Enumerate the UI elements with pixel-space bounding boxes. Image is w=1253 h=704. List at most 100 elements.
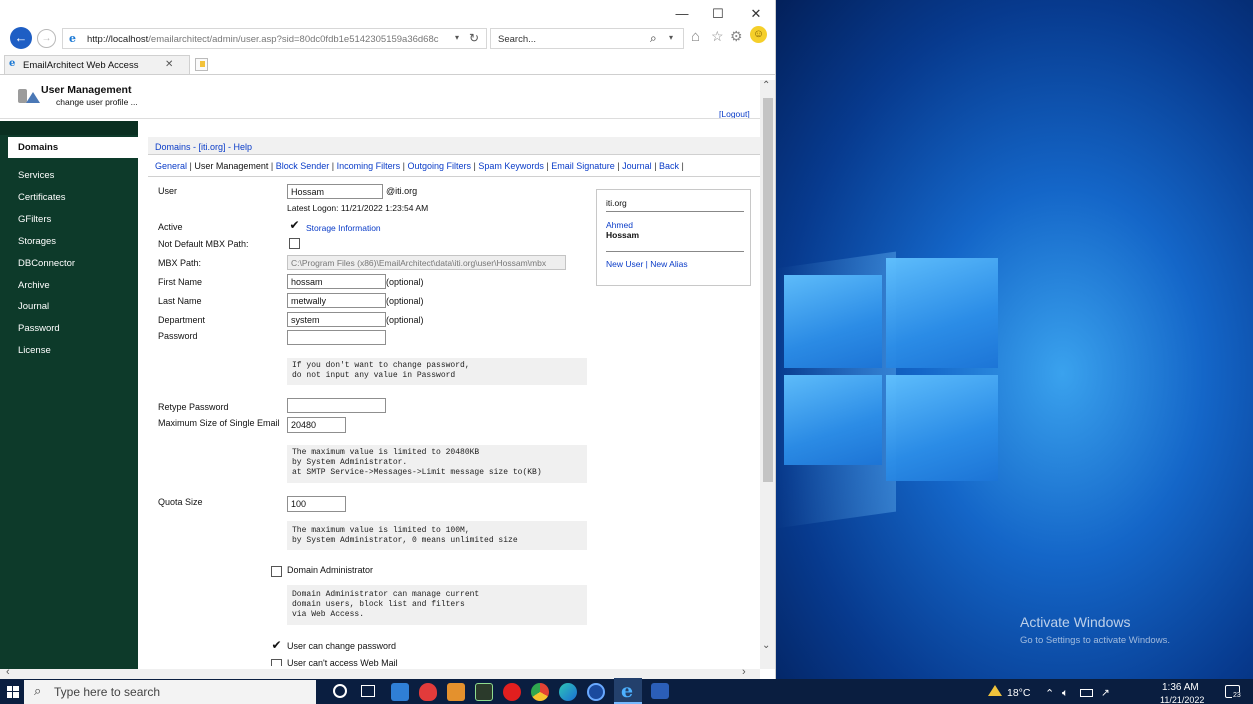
tab-divider bbox=[0, 74, 775, 75]
ie-taskbar-active[interactable]: e bbox=[614, 678, 642, 704]
app-2-icon[interactable] bbox=[587, 683, 605, 701]
sidebar-item-gfilters[interactable]: GFilters bbox=[18, 214, 51, 225]
activate-windows-title: Activate Windows bbox=[1020, 614, 1131, 630]
notification-count: 23 bbox=[1232, 692, 1242, 699]
nav-spam-keywords[interactable]: Spam Keywords bbox=[478, 161, 544, 171]
max-size-input[interactable]: 20480 bbox=[287, 417, 346, 433]
not-default-mbx-checkbox[interactable] bbox=[289, 238, 300, 249]
temperature[interactable]: 18°C bbox=[1007, 687, 1030, 699]
store-icon[interactable] bbox=[391, 683, 409, 701]
scroll-left-icon[interactable]: ‹ bbox=[6, 666, 10, 678]
cortana-icon[interactable] bbox=[333, 684, 347, 698]
new-tab-icon[interactable] bbox=[195, 58, 208, 71]
clock-time[interactable]: 1:36 AM bbox=[1162, 682, 1199, 693]
new-user-link[interactable]: New User bbox=[606, 259, 643, 269]
horizontal-scrollbar[interactable] bbox=[0, 669, 760, 679]
web-mail-checkbox[interactable] bbox=[271, 659, 282, 666]
password-input[interactable] bbox=[287, 330, 386, 345]
browser-search-box[interactable]: Search... ⌕ ▾ bbox=[490, 28, 684, 49]
nav-incoming-filters[interactable]: Incoming Filters bbox=[337, 161, 401, 171]
address-bar[interactable]: e http://localhost/emailarchitect/admin/… bbox=[62, 28, 487, 49]
app-icon[interactable] bbox=[447, 683, 465, 701]
forward-arrow-icon[interactable]: → bbox=[37, 29, 56, 48]
tab-close-icon[interactable]: ✕ bbox=[165, 59, 173, 70]
maximize-button[interactable]: ☐ bbox=[705, 6, 731, 22]
chrome-icon[interactable] bbox=[531, 683, 549, 701]
close-button[interactable]: ✕ bbox=[743, 6, 769, 22]
weather-icon[interactable] bbox=[988, 685, 1002, 696]
address-url-path: /emailarchitect/admin/user.asp?sid=80dc0… bbox=[148, 34, 439, 45]
opera-icon[interactable] bbox=[503, 683, 521, 701]
tab-ie-icon: e bbox=[9, 58, 16, 69]
home-icon[interactable]: ⌂ bbox=[691, 28, 700, 45]
breadcrumb-domain[interactable]: [iti.org] bbox=[199, 142, 226, 152]
first-name-input[interactable]: hossam bbox=[287, 274, 386, 289]
active-checkbox[interactable]: ✔ bbox=[289, 219, 300, 232]
search-dropdown-icon[interactable]: ▾ bbox=[669, 33, 673, 42]
mbx-path-label: MBX Path: bbox=[158, 258, 202, 268]
breadcrumb-domains[interactable]: Domains bbox=[155, 142, 191, 152]
not-default-mbx-label: Not Default MBX Path: bbox=[158, 239, 249, 249]
network-icon[interactable]: ↗ bbox=[1101, 687, 1110, 699]
sidebar-item-storages[interactable]: Storages bbox=[18, 236, 56, 247]
page-subtitle: change user profile ... bbox=[56, 97, 138, 107]
sidebar-item-archive[interactable]: Archive bbox=[18, 280, 50, 291]
panel-user-ahmed[interactable]: Ahmed bbox=[606, 220, 633, 230]
word-icon[interactable] bbox=[651, 683, 669, 699]
refresh-icon[interactable]: ↻ bbox=[469, 31, 479, 45]
quota-size-input[interactable]: 100 bbox=[287, 496, 346, 512]
scroll-down-icon[interactable]: ⌄ bbox=[762, 640, 770, 651]
scroll-right-icon[interactable]: › bbox=[742, 666, 746, 678]
sidebar-item-domains[interactable]: Domains bbox=[8, 137, 138, 158]
sidebar-item-license[interactable]: License bbox=[18, 345, 51, 356]
panel-user-hossam[interactable]: Hossam bbox=[606, 230, 639, 240]
nav-block-sender[interactable]: Block Sender bbox=[276, 161, 330, 171]
nav-journal[interactable]: Journal bbox=[622, 161, 652, 171]
windows-start-icon[interactable] bbox=[7, 686, 19, 698]
nav-general[interactable]: General bbox=[155, 161, 187, 171]
nav-back[interactable]: Back bbox=[659, 161, 679, 171]
retype-password-input[interactable] bbox=[287, 398, 386, 413]
quota-note: The maximum value is limited to 100M, by… bbox=[287, 521, 587, 550]
mbx-path-input[interactable]: C:\Program Files (x86)\EmailArchitect\da… bbox=[287, 255, 566, 270]
brave-icon[interactable] bbox=[419, 683, 437, 701]
minimize-button[interactable]: — bbox=[669, 6, 695, 21]
tray-chevron-icon[interactable]: ⌃ bbox=[1045, 687, 1054, 700]
speaker-icon[interactable]: 🔈︎ bbox=[1062, 687, 1068, 700]
dropdown-icon[interactable]: ▾ bbox=[455, 33, 459, 42]
address-url-host: http://localhost bbox=[87, 34, 149, 45]
search-icon[interactable]: ⌕ bbox=[650, 31, 657, 46]
back-arrow-icon[interactable]: ← bbox=[10, 27, 32, 49]
sidebar-item-password[interactable]: Password bbox=[18, 323, 60, 334]
sidebar-item-journal[interactable]: Journal bbox=[18, 301, 49, 312]
task-view-icon[interactable] bbox=[361, 685, 375, 697]
breadcrumb-help[interactable]: Help bbox=[234, 142, 253, 152]
change-password-checkbox[interactable]: ✔ bbox=[271, 639, 282, 652]
last-name-input[interactable]: metwally bbox=[287, 293, 386, 308]
nav-email-signature[interactable]: Email Signature bbox=[551, 161, 615, 171]
sidebar-item-certificates[interactable]: Certificates bbox=[18, 192, 66, 203]
notification-center-icon[interactable]: 23 bbox=[1225, 685, 1242, 699]
scroll-up-icon[interactable]: ⌃ bbox=[762, 80, 770, 91]
battery-icon[interactable] bbox=[1080, 689, 1093, 697]
smiley-feedback-icon[interactable]: ☺ bbox=[750, 26, 767, 43]
new-alias-link[interactable]: New Alias bbox=[650, 259, 687, 269]
nav-outgoing-filters[interactable]: Outgoing Filters bbox=[408, 161, 472, 171]
latest-logon: Latest Logon: 11/21/2022 1:23:54 AM bbox=[287, 203, 429, 213]
browser-tab[interactable]: e EmailArchitect Web Access ✕ bbox=[4, 55, 190, 74]
edge-icon[interactable] bbox=[559, 683, 577, 701]
department-input[interactable]: system bbox=[287, 312, 386, 327]
storage-information-link[interactable]: Storage Information bbox=[306, 223, 381, 233]
user-input[interactable]: Hossam bbox=[287, 184, 383, 199]
clock-date[interactable]: 11/21/2022 bbox=[1160, 695, 1204, 704]
pycharm-icon[interactable] bbox=[475, 683, 493, 701]
nav-user-management[interactable]: User Management bbox=[194, 161, 268, 171]
domain-admin-checkbox[interactable] bbox=[271, 566, 282, 577]
sidebar-item-dbconnector[interactable]: DBConnector bbox=[18, 258, 75, 269]
favorites-star-icon[interactable]: ☆ bbox=[711, 28, 724, 45]
gear-icon[interactable]: ⚙ bbox=[730, 28, 743, 45]
vertical-scroll-thumb[interactable] bbox=[763, 98, 773, 482]
taskbar-search-box[interactable]: ⌕ Type here to search bbox=[24, 680, 316, 704]
user-domain-suffix: @iti.org bbox=[386, 186, 418, 196]
sidebar-item-services[interactable]: Services bbox=[18, 170, 54, 181]
